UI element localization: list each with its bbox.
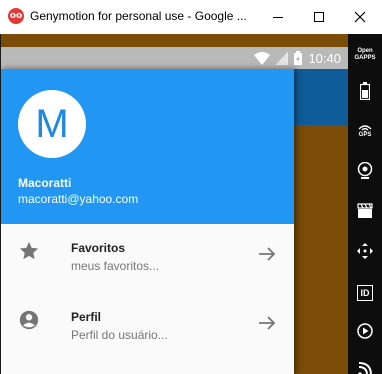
device-id-button[interactable]: ID [348,276,382,310]
dpad-button[interactable] [348,234,382,268]
drawer-item-subtitle: Perfil do usuário... [71,328,168,342]
maximize-icon [314,12,324,22]
status-bar: 10:40 [1,47,348,69]
open-gapps-label: Open GAPPS [354,48,376,61]
battery-icon [360,82,370,100]
clapperboard-icon [357,203,373,218]
drawer-item-subtitle: meus favoritos... [71,259,160,273]
arrow-right-icon [259,247,276,261]
window-title: Genymotion for personal use - Google ... [30,9,247,23]
webcam-icon [357,162,373,179]
close-icon [354,11,366,23]
gps-button[interactable]: GPS [348,114,382,148]
play-disc-icon [357,323,373,339]
genymotion-toolbar: Open GAPPS GPS ID [348,34,382,374]
star-icon [19,241,39,260]
maximize-button[interactable] [302,0,336,34]
gps-signal-icon [358,124,372,132]
battery-charging-icon [294,51,303,65]
avatar[interactable]: M [18,90,86,158]
drawer-item-title: Perfil [71,310,102,324]
genymotion-app-icon: oo [8,8,24,24]
navigation-drawer: M Macoratti macoratti@yahoo.com Favorito… [1,69,294,374]
user-email: macoratti@yahoo.com [18,192,139,206]
genymotion-window: oo Genymotion for personal use - Google … [0,0,382,374]
clock: 10:40 [308,50,341,66]
id-label: ID [360,287,370,298]
rss-icon [358,362,372,374]
media-button[interactable] [348,314,382,348]
gps-label: GPS [358,131,372,138]
minimize-button[interactable] [261,0,295,34]
title-bar: oo Genymotion for personal use - Google … [0,0,382,34]
no-signal-icon [276,51,289,65]
device-screen[interactable]: 10:40 M Macoratti macoratti@yahoo.com Fa… [0,34,348,374]
account-circle-icon [19,310,39,330]
open-gapps-button[interactable]: Open GAPPS [348,38,382,72]
drawer-item-favoritos[interactable]: Favoritos meus favoritos... [1,224,294,290]
drawer-item-perfil[interactable]: Perfil Perfil do usuário... [1,293,294,359]
dpad-arrows-icon [357,243,373,259]
user-name: Macoratti [18,176,72,190]
drawer-item-title: Favoritos [71,241,126,255]
rss-button[interactable] [348,352,382,374]
close-button[interactable] [343,0,377,34]
arrow-right-icon [259,316,276,330]
wifi-icon [254,51,271,65]
drawer-header: M Macoratti macoratti@yahoo.com [1,69,294,224]
minimize-icon [273,16,283,18]
battery-button[interactable] [348,74,382,108]
webcam-button[interactable] [348,154,382,188]
screencast-button[interactable] [348,194,382,228]
